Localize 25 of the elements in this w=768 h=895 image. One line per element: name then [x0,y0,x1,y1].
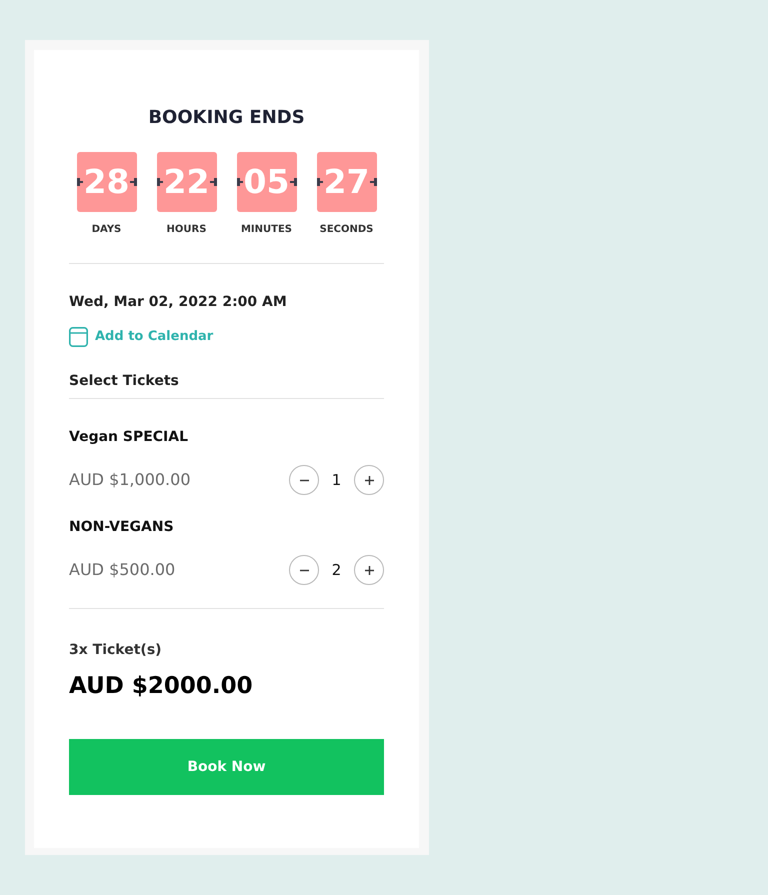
decrease-button[interactable] [289,465,319,495]
ticket-count: 3x Ticket(s) [69,641,163,660]
quantity-value: 1 [330,470,342,490]
total-price: AUD $2000.00 [69,672,254,701]
calendar-icon [69,327,88,347]
event-date: Wed, Mar 02, 2022 2:00 AM [69,293,288,312]
quantity-value: 2 [330,560,342,580]
countdown-label: MINUTES [240,223,292,237]
ticket-price: AUD $500.00 [69,560,176,580]
increase-button[interactable] [354,555,384,585]
increase-button[interactable] [354,465,384,495]
countdown-label: DAYS [92,223,122,237]
countdown-heading: BOOKING ENDS [147,106,306,130]
plus-icon [364,476,374,484]
plus-icon [364,566,374,574]
ticket-name: Vegan SPECIAL [69,428,190,447]
book-now-button[interactable]: Book Now [69,739,384,795]
decrease-button[interactable] [289,555,319,585]
countdown-label: SECONDS [320,223,374,237]
add-to-calendar-label: Add to Calendar [95,328,214,346]
ticket-price: AUD $1,000.00 [69,470,190,490]
select-tickets-heading: Select Tickets [69,371,384,399]
countdown-label: HOURS [166,223,206,237]
add-to-calendar-link[interactable]: Add to Calendar [69,327,214,347]
ticket-name: NON-VEGANS [69,518,175,537]
